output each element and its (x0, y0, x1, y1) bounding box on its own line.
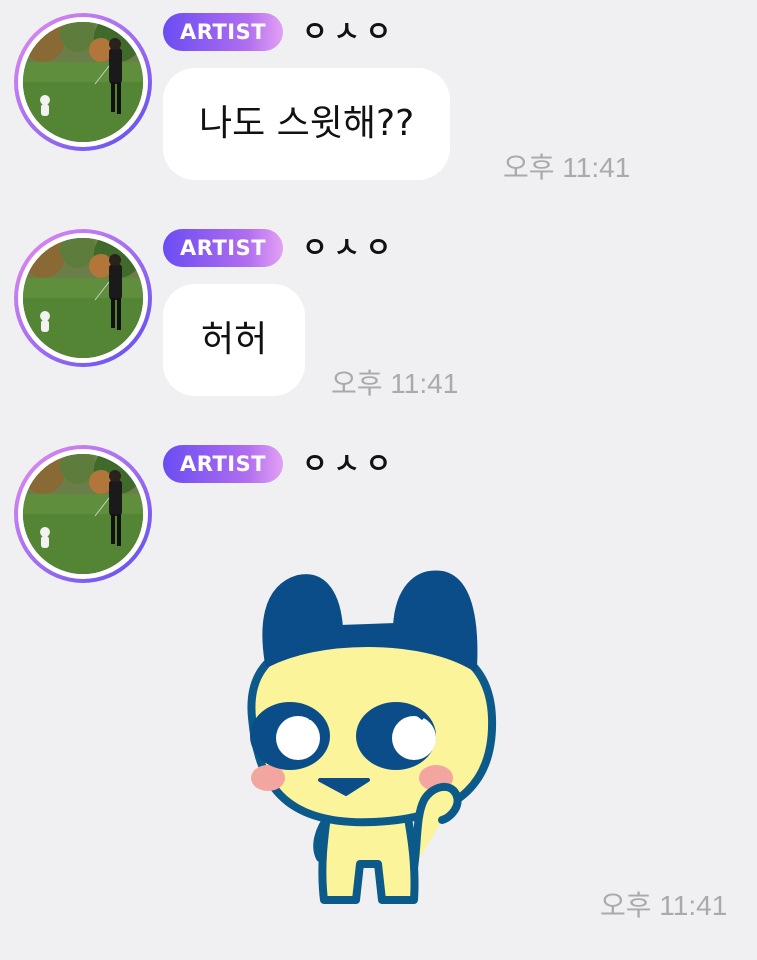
avatar-border (18, 449, 148, 579)
avatar[interactable] (14, 13, 152, 151)
message-bubble[interactable]: 허허 (163, 284, 306, 396)
avatar[interactable] (14, 445, 152, 583)
avatar-photo (23, 22, 143, 142)
artist-badge: ARTIST (163, 445, 284, 483)
message-bubble[interactable]: 나도 스윗해?? (163, 68, 451, 180)
avatar-border (18, 233, 148, 363)
avatar-border (18, 17, 148, 147)
chat-message: ARTIST ㅇㅅㅇ 나도 스윗해?? 오후 11:41 (0, 0, 757, 200)
avatar[interactable] (14, 229, 152, 367)
message-timestamp: 오후 11:41 (331, 368, 459, 399)
avatar-photo (23, 454, 143, 574)
avatar-photo (23, 238, 143, 358)
mametchi-sticker[interactable] (228, 568, 518, 918)
message-timestamp: 오후 11:41 (503, 152, 631, 183)
sender-name: ㅇㅅㅇ (302, 15, 398, 48)
chat-message: ARTIST ㅇㅅㅇ 오후 11:41 (0, 432, 757, 960)
artist-badge: ARTIST (163, 13, 284, 51)
chat-message: ARTIST ㅇㅅㅇ 허허 오후 11:41 (0, 216, 757, 416)
artist-badge: ARTIST (163, 229, 284, 267)
message-timestamp: 오후 11:41 (600, 890, 728, 921)
sender-name: ㅇㅅㅇ (302, 231, 398, 264)
sender-name: ㅇㅅㅇ (302, 447, 398, 480)
